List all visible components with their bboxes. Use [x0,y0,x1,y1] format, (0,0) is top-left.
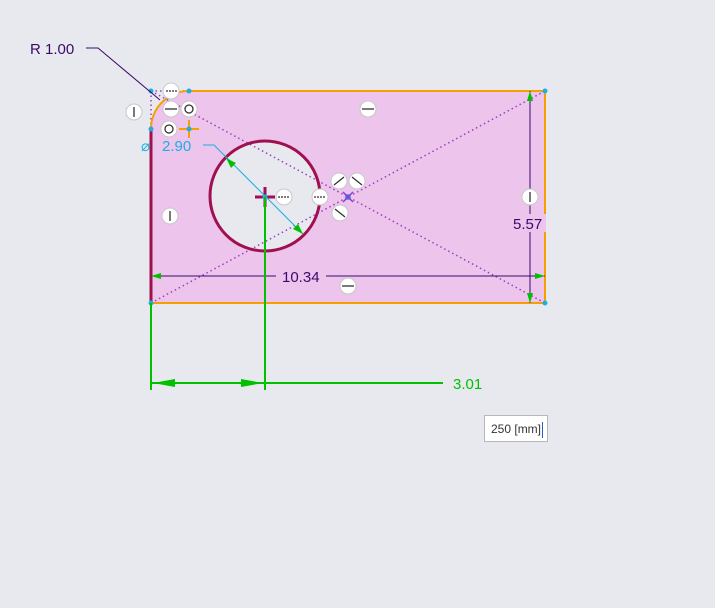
text-caret [542,421,544,438]
vertical-constraint-icon [161,207,179,225]
horizontal-constraint-icon [162,100,180,118]
horizontal-constraint-icon [339,277,357,295]
coincident-constraint-icon [348,172,366,190]
radius-dimension[interactable]: R 1.00 [30,41,161,101]
horizontal-constraint-icon [162,82,180,100]
horizontal-constraint-icon [311,188,329,206]
tangent-constraint-icon [180,100,198,118]
diameter-symbol: ⌀ [141,138,150,155]
offset-label[interactable]: 3.01 [453,376,482,393]
input-value: 250 [mm] [491,422,542,436]
coincident-constraint-icon [331,204,349,222]
dimension-value-input[interactable]: 250 [mm] [484,415,548,442]
coincident-constraint-icon [330,172,348,190]
sketch-canvas[interactable]: R 1.00 ⌀ 2.90 10.34 5.57 3.01 [0,0,715,608]
width-label[interactable]: 10.34 [282,269,320,286]
vertical-constraint-icon [521,188,539,206]
horizontal-constraint-icon [275,188,293,206]
tangent-constraint-icon [160,120,178,138]
vertical-constraint-icon [125,103,143,121]
height-label[interactable]: 5.57 [513,216,542,233]
radius-label[interactable]: R 1.00 [30,41,74,58]
horizontal-constraint-icon [359,100,377,118]
diameter-label[interactable]: 2.90 [162,138,191,155]
